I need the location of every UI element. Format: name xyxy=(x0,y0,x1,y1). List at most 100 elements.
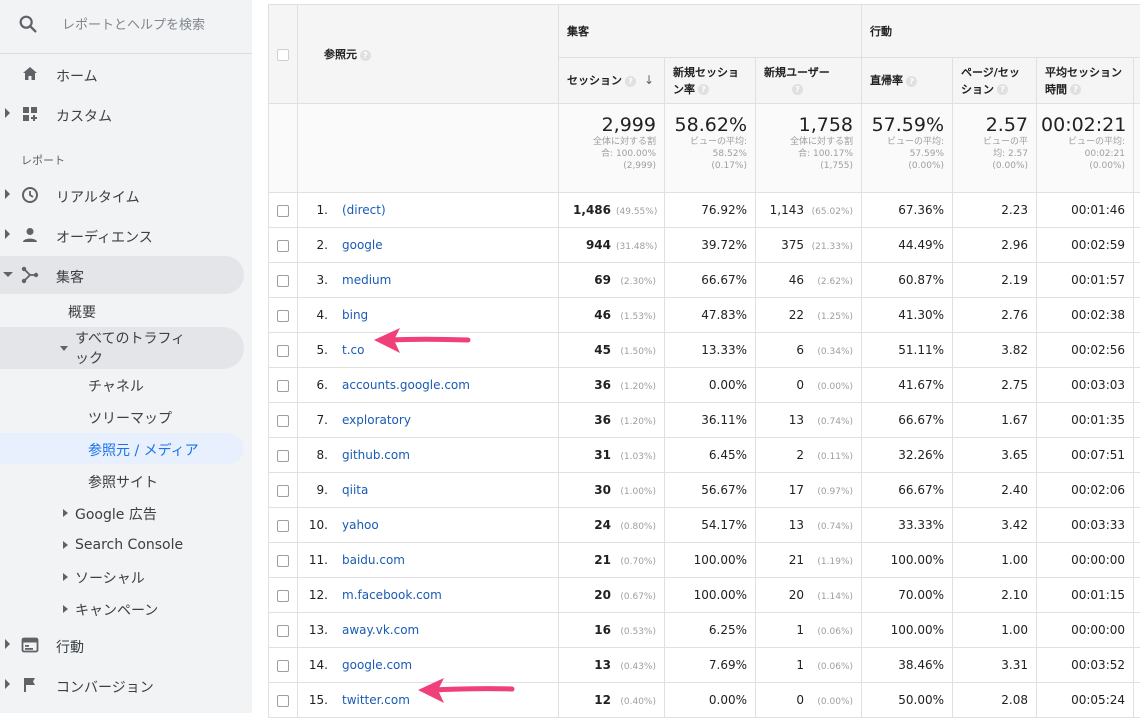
new-users-value: 20 xyxy=(789,588,804,602)
totals-sessions: 2,999 全体に対する割 合: 100.00% (2,999) xyxy=(559,104,665,193)
sessions-value: 45 xyxy=(594,343,611,357)
nav-acquisition[interactable]: 集客 xyxy=(0,256,244,294)
help-icon[interactable]: ? xyxy=(625,76,636,87)
annotation-arrow-icon xyxy=(370,323,472,357)
row-overflow xyxy=(1134,263,1140,298)
source-link[interactable]: google xyxy=(342,238,383,252)
source-link[interactable]: away.vk.com xyxy=(342,623,419,637)
sort-descending-icon[interactable]: ↓ xyxy=(644,72,654,89)
nav-conversions[interactable]: コンバージョン xyxy=(0,666,252,704)
source-link[interactable]: twitter.com xyxy=(342,693,410,707)
totals-sub: 00:02:21 xyxy=(1041,148,1125,160)
row-checkbox-cell[interactable] xyxy=(269,403,298,438)
nav-search-console[interactable]: Search Console xyxy=(75,537,183,553)
help-icon[interactable]: ? xyxy=(792,84,803,95)
behavior-window-icon xyxy=(20,635,40,655)
search-bar[interactable]: レポートとヘルプを検索 xyxy=(0,0,252,50)
dimension-header[interactable]: 参照元? xyxy=(298,5,559,104)
select-all-checkbox-cell[interactable] xyxy=(269,5,298,104)
column-pages-per-session[interactable]: ページ/セッ ション? xyxy=(953,58,1037,104)
sessions-value: 24 xyxy=(594,518,611,532)
nav-home[interactable]: ホーム xyxy=(0,55,252,93)
source-link[interactable]: qiita xyxy=(342,483,368,497)
row-checkbox-cell[interactable] xyxy=(269,263,298,298)
source-link[interactable]: m.facebook.com xyxy=(342,588,442,602)
nav-treemap[interactable]: ツリーマップ xyxy=(88,408,172,428)
source-link[interactable]: exploratory xyxy=(342,413,411,427)
help-icon[interactable]: ? xyxy=(698,84,709,95)
nav-custom[interactable]: カスタム xyxy=(0,95,252,133)
column-bounce-rate[interactable]: 直帰率? xyxy=(862,58,953,104)
row-checkbox-cell[interactable] xyxy=(269,368,298,403)
nav-audience[interactable]: オーディエンス xyxy=(0,216,252,254)
nav-overview[interactable]: 概要 xyxy=(68,302,96,322)
row-checkbox[interactable] xyxy=(277,415,289,427)
nav-behavior[interactable]: 行動 xyxy=(0,626,252,664)
help-icon[interactable]: ? xyxy=(360,50,371,61)
row-checkbox[interactable] xyxy=(277,520,289,532)
source-link[interactable]: google.com xyxy=(342,658,412,672)
row-checkbox-cell[interactable] xyxy=(269,228,298,263)
help-icon[interactable]: ? xyxy=(1070,84,1081,95)
row-checkbox-cell[interactable] xyxy=(269,543,298,578)
expand-caret-icon xyxy=(5,189,10,199)
row-checkbox[interactable] xyxy=(277,660,289,672)
row-checkbox-cell[interactable] xyxy=(269,193,298,228)
row-checkbox-cell[interactable] xyxy=(269,298,298,333)
source-link[interactable]: (direct) xyxy=(342,203,386,217)
row-checkbox-cell[interactable] xyxy=(269,438,298,473)
column-avg-duration[interactable]: 平均セッション 時間? xyxy=(1037,58,1134,104)
nav-source-medium[interactable]: 参照元 / メディア xyxy=(88,440,199,460)
source-link[interactable]: bing xyxy=(342,308,368,322)
row-checkbox-cell[interactable] xyxy=(269,508,298,543)
sessions-percent: (0.67%) xyxy=(616,592,656,602)
row-checkbox[interactable] xyxy=(277,345,289,357)
column-new-sessions[interactable]: 新規セッショ ン率? xyxy=(665,58,756,104)
row-checkbox[interactable] xyxy=(277,625,289,637)
row-checkbox-cell[interactable] xyxy=(269,473,298,508)
row-checkbox-cell[interactable] xyxy=(269,613,298,648)
source-link[interactable]: medium xyxy=(342,273,391,287)
row-index: 6. xyxy=(298,378,328,392)
source-link[interactable]: github.com xyxy=(342,448,410,462)
nav-campaigns[interactable]: キャンペーン xyxy=(75,600,158,620)
column-sessions[interactable]: セッション?↓ xyxy=(559,58,665,104)
nav-social[interactable]: ソーシャル xyxy=(75,568,145,588)
sessions-value: 16 xyxy=(594,623,611,637)
row-checkbox-cell[interactable] xyxy=(269,683,298,718)
row-checkbox-cell[interactable] xyxy=(269,333,298,368)
sessions-percent: (0.40%) xyxy=(616,697,656,707)
source-link[interactable]: baidu.com xyxy=(342,553,405,567)
totals-overflow xyxy=(1134,104,1140,193)
select-all-checkbox[interactable] xyxy=(277,49,289,61)
row-checkbox[interactable] xyxy=(277,450,289,462)
nav-google-ads[interactable]: Google 広告 xyxy=(75,504,157,524)
new-users-percent: (0.97%) xyxy=(809,487,853,497)
column-new-users[interactable]: 新規ユーザー ? xyxy=(756,58,862,104)
row-checkbox[interactable] xyxy=(277,590,289,602)
new-users-percent: (0.74%) xyxy=(809,522,853,532)
nav-channels[interactable]: チャネル xyxy=(88,376,144,396)
nav-acquisition-label: 集客 xyxy=(56,267,84,287)
help-icon[interactable]: ? xyxy=(997,84,1008,95)
row-checkbox[interactable] xyxy=(277,275,289,287)
row-sessions: 69(2.30%) xyxy=(559,263,665,298)
source-link[interactable]: yahoo xyxy=(342,518,379,532)
row-pages: 1.67 xyxy=(953,403,1037,438)
row-checkbox-cell[interactable] xyxy=(269,578,298,613)
row-checkbox[interactable] xyxy=(277,695,289,707)
row-checkbox-cell[interactable] xyxy=(269,648,298,683)
row-index: 8. xyxy=(298,448,328,462)
row-checkbox[interactable] xyxy=(277,380,289,392)
source-link[interactable]: accounts.google.com xyxy=(342,378,470,392)
nav-referrals[interactable]: 参照サイト xyxy=(88,472,158,492)
row-checkbox[interactable] xyxy=(277,310,289,322)
help-icon[interactable]: ? xyxy=(906,76,917,87)
row-checkbox[interactable] xyxy=(277,205,289,217)
row-checkbox[interactable] xyxy=(277,555,289,567)
row-new-users: 22(1.25%) xyxy=(756,298,862,333)
nav-realtime[interactable]: リアルタイム xyxy=(0,176,252,214)
row-checkbox[interactable] xyxy=(277,240,289,252)
row-checkbox[interactable] xyxy=(277,485,289,497)
source-link[interactable]: t.co xyxy=(342,343,364,357)
